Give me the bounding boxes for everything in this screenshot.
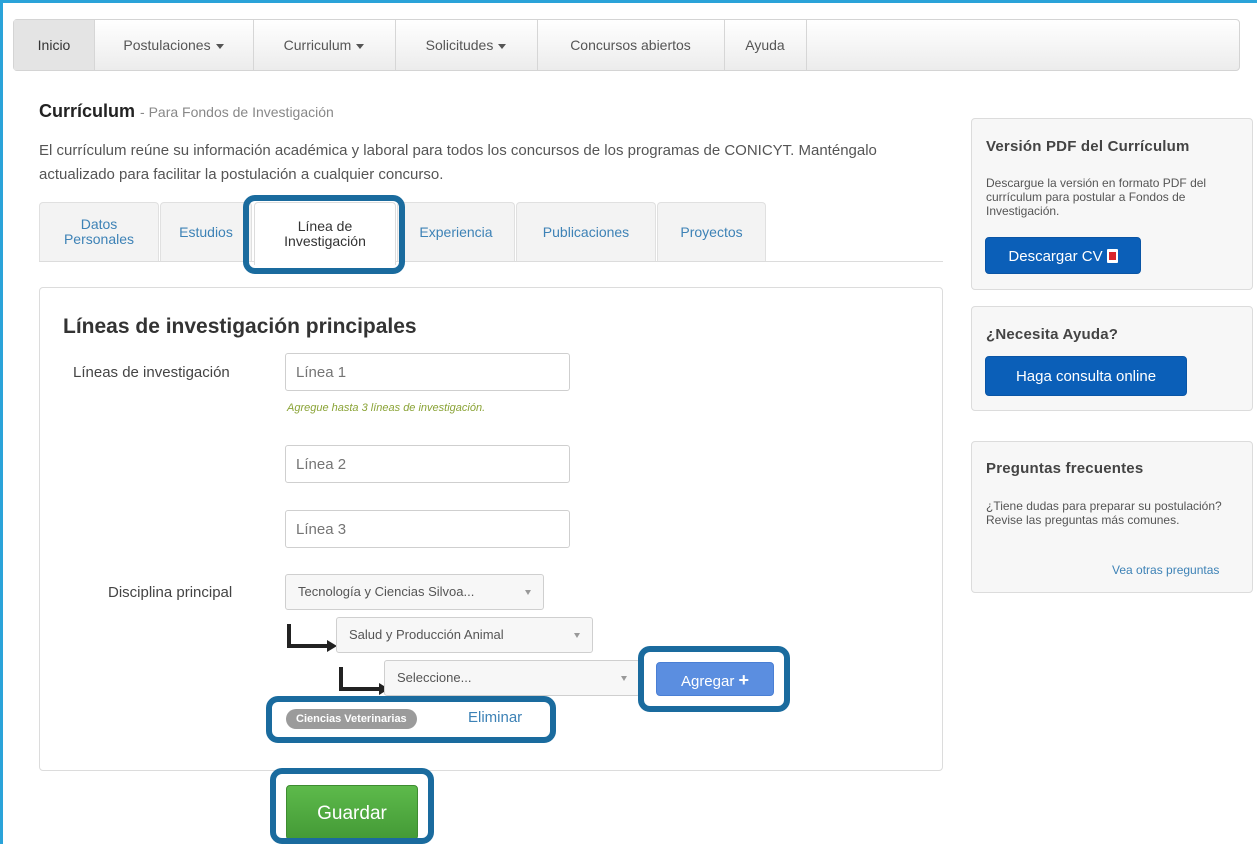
pdf-box-title: Versión PDF del Currículum [986, 138, 1190, 155]
linea-1-input[interactable] [285, 353, 570, 391]
nav-inicio-label: Inicio [37, 37, 71, 53]
eliminar-link[interactable]: Eliminar [468, 709, 522, 726]
nav-curriculum[interactable]: Curriculum [253, 20, 396, 70]
tab-experiencia[interactable]: Experiencia [397, 202, 515, 261]
consulta-online-button[interactable]: Haga consulta online [985, 356, 1187, 396]
chevron-down-icon [574, 633, 580, 638]
subdisciplina-select[interactable]: Salud y Producción Animal [336, 617, 593, 653]
nav-postulaciones-label: Postulaciones [123, 37, 211, 53]
tab-label: Estudios [179, 223, 233, 240]
faq-link[interactable]: Vea otras preguntas [1112, 563, 1219, 577]
disciplina-select[interactable]: Tecnología y Ciencias Silvoa... [285, 574, 544, 610]
agregar-button[interactable]: Agregar + [656, 662, 774, 696]
page-title: Currículum - Para Fondos de Investigació… [39, 101, 334, 122]
tabs-baseline [39, 261, 943, 262]
consulta-online-label: Haga consulta online [1015, 368, 1157, 385]
nav-solicitudes-label: Solicitudes [425, 37, 494, 53]
caret-down-icon [215, 43, 224, 49]
tab-proyectos[interactable]: Proyectos [657, 202, 766, 261]
guardar-button-label: Guardar [317, 803, 387, 824]
page-subtitle: - Para Fondos de Investigación [140, 104, 334, 120]
plus-icon: + [738, 670, 750, 690]
intro-text: El currículum reúne su información acadé… [39, 142, 877, 183]
frame-top-border [0, 0, 1257, 3]
tab-datos-personales[interactable]: Datos Personales [39, 202, 159, 261]
caret-down-icon [498, 43, 507, 49]
linea-2-input[interactable] [285, 445, 570, 483]
tab-publicaciones[interactable]: Publicaciones [516, 202, 656, 261]
subdisciplina-select-value: Salud y Producción Animal [349, 627, 504, 642]
agregar-button-label: Agregar [680, 673, 735, 690]
nav-curriculum-label: Curriculum [283, 37, 352, 53]
lineas-help-text: Agregue hasta 3 líneas de investigación. [287, 402, 486, 414]
selected-discipline-tag: Ciencias Veterinarias [286, 709, 417, 729]
nav-concursos-abiertos[interactable]: Concursos abiertos [537, 20, 725, 70]
tab-label-line2: Personales [63, 231, 135, 247]
section-title: Líneas de investigación principales [63, 315, 417, 338]
nav-inicio[interactable]: Inicio [14, 20, 95, 70]
caret-down-icon [356, 43, 365, 49]
lineas-label: Líneas de investigación [73, 364, 230, 381]
pdf-box-text: Descargue la versión en formato PDF del … [986, 176, 1207, 218]
subcategory-arrow-icon [339, 667, 389, 695]
help-box-title: ¿Necesita Ayuda? [986, 326, 1119, 343]
especialidad-select[interactable]: Seleccione... [384, 660, 640, 696]
nav-solicitudes[interactable]: Solicitudes [395, 20, 538, 70]
chevron-down-icon [525, 590, 531, 595]
tab-label: Proyectos [680, 223, 743, 240]
tab-label-line2: Investigación [284, 233, 366, 249]
subcategory-arrow-icon [287, 624, 337, 652]
tab-label: Publicaciones [542, 223, 630, 240]
nav-ayuda-label: Ayuda [745, 37, 785, 53]
page-title-text: Currículum [39, 101, 136, 121]
descargar-cv-button[interactable]: Descargar CV [985, 237, 1141, 274]
chevron-down-icon [621, 676, 627, 681]
tab-estudios[interactable]: Estudios [160, 202, 252, 261]
tab-label-line1: Datos [80, 216, 118, 232]
faq-box-title: Preguntas frecuentes [986, 460, 1144, 477]
disciplina-select-value: Tecnología y Ciencias Silvoa... [298, 584, 475, 599]
nav-concursos-label: Concursos abiertos [570, 37, 691, 53]
nav-postulaciones[interactable]: Postulaciones [94, 20, 254, 70]
especialidad-select-value: Seleccione... [397, 670, 472, 685]
descargar-cv-label: Descargar CV [1008, 248, 1103, 265]
nav-ayuda[interactable]: Ayuda [724, 20, 807, 70]
pdf-icon [1106, 249, 1118, 263]
tab-label: Experiencia [419, 223, 493, 240]
disciplina-label: Disciplina principal [108, 584, 233, 601]
guardar-button[interactable]: Guardar [286, 785, 418, 840]
top-navbar: Inicio Postulaciones Curriculum Solicitu… [13, 19, 1240, 71]
faq-box-text: ¿Tiene dudas para preparar su postulació… [986, 499, 1222, 527]
frame-left-border [0, 0, 3, 844]
linea-3-input[interactable] [285, 510, 570, 548]
tab-linea-investigacion[interactable]: Línea de Investigación [254, 202, 396, 265]
tab-label-line1: Línea de [297, 218, 353, 234]
